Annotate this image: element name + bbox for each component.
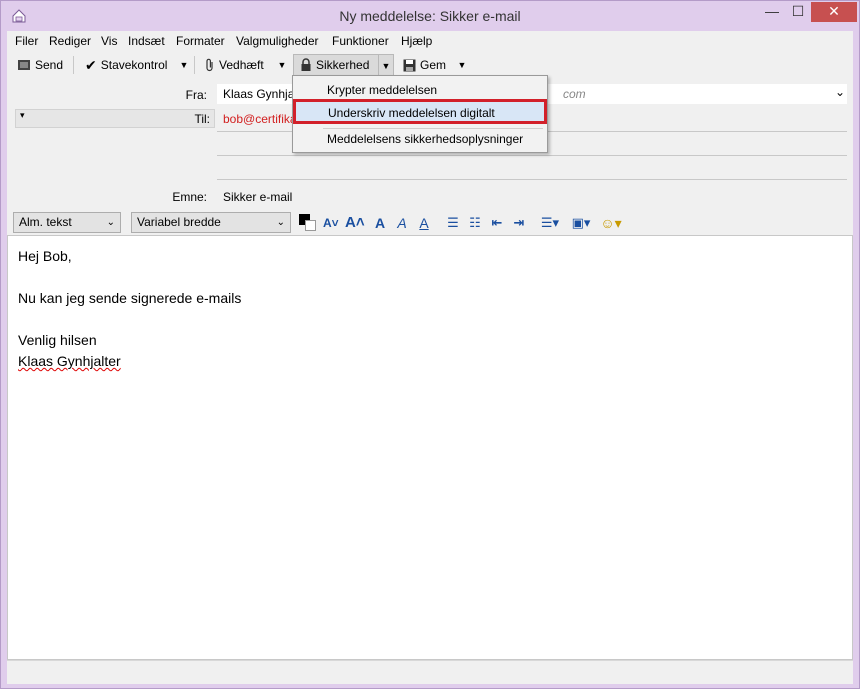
- attach-button[interactable]: Vedhæft: [205, 54, 264, 76]
- smiley-icon[interactable]: ☺▾: [599, 213, 623, 233]
- maximize-button[interactable]: ☐: [785, 2, 811, 22]
- save-label: Gem: [420, 58, 447, 72]
- menu-insert[interactable]: Indsæt: [128, 34, 165, 48]
- checkmark-icon: ✔: [85, 56, 97, 73]
- save-button[interactable]: Gem: [403, 54, 446, 76]
- chevron-down-icon: ⌄: [276, 217, 285, 228]
- title-bar: Ny meddelelse: Sikker e-mail — ☐ ✕: [1, 1, 859, 31]
- to-label: Til:: [194, 112, 210, 126]
- underline-icon[interactable]: A: [417, 213, 431, 233]
- format-toolbar: Alm. tekst ⌄ Variabel bredde ⌄ A˅ A˄ A A…: [7, 211, 853, 235]
- menu-file[interactable]: Filer: [15, 34, 38, 48]
- attach-dropdown[interactable]: ▼: [275, 54, 289, 76]
- font-value: Variabel bredde: [137, 215, 221, 229]
- lock-icon: [301, 58, 311, 71]
- paragraph-style-select[interactable]: Alm. tekst ⌄: [13, 212, 121, 233]
- font-select[interactable]: Variabel bredde ⌄: [131, 212, 291, 233]
- spellcheck-label: Stavekontrol: [100, 58, 168, 72]
- toolbar-divider: [73, 56, 74, 74]
- recipient-row-divider: [217, 179, 847, 180]
- body-line: [18, 309, 842, 330]
- window-title: Ny meddelelse: Sikker e-mail: [339, 8, 521, 24]
- paragraph-style-value: Alm. tekst: [19, 215, 72, 229]
- recipient-type-select[interactable]: ▾ Til:: [15, 109, 215, 128]
- from-label: Fra:: [185, 88, 207, 102]
- outdent-icon[interactable]: ⇤: [489, 213, 505, 233]
- italic-icon[interactable]: A: [395, 213, 409, 233]
- status-bar: [7, 660, 853, 684]
- attach-label: Vedhæft: [219, 58, 264, 72]
- menu-bar: Filer Rediger Vis Indsæt Formater Valgmu…: [7, 31, 853, 53]
- security-label: Sikkerhed: [316, 58, 370, 72]
- subject-input[interactable]: Sikker e-mail: [217, 186, 847, 206]
- spellcheck-dropdown[interactable]: ▼: [177, 54, 191, 76]
- minimize-button[interactable]: —: [759, 2, 785, 22]
- recipient-type-arrow: ▾: [20, 110, 25, 120]
- text-color-picker[interactable]: [299, 214, 317, 232]
- body-line: [18, 267, 842, 288]
- from-value: Klaas Gynhjal: [223, 87, 298, 101]
- floppy-disk-icon: [403, 59, 416, 71]
- annotation-highlight-box: [293, 99, 547, 124]
- security-button[interactable]: Sikkerhed: [293, 54, 379, 76]
- close-button[interactable]: ✕: [811, 2, 857, 22]
- send-button[interactable]: Send: [17, 54, 63, 76]
- message-body[interactable]: Hej Bob, Nu kan jeg sende signerede e-ma…: [7, 235, 853, 660]
- font-larger-icon[interactable]: A˄: [345, 213, 365, 233]
- menu-help[interactable]: Hjælp: [401, 34, 432, 48]
- chevron-down-icon: ⌄: [106, 217, 115, 228]
- menu-view[interactable]: Vis: [101, 34, 117, 48]
- send-label: Send: [35, 58, 64, 72]
- recipient-row-divider: [217, 155, 847, 156]
- from-value-tail: com: [563, 87, 586, 101]
- menu-edit[interactable]: Rediger: [49, 34, 91, 48]
- menu-options[interactable]: Valgmuligheder: [236, 34, 319, 48]
- body-line: Nu kan jeg sende signerede e-mails: [18, 290, 242, 306]
- numbered-list-icon[interactable]: ☷: [467, 213, 483, 233]
- spellcheck-button[interactable]: ✔ Stavekontrol: [85, 54, 167, 76]
- save-dropdown[interactable]: ▼: [455, 54, 469, 76]
- align-icon[interactable]: ☰▾: [539, 213, 561, 233]
- subject-label: Emne:: [172, 190, 207, 204]
- indent-icon[interactable]: ⇥: [511, 213, 527, 233]
- to-address[interactable]: bob@certifika: [223, 112, 297, 126]
- menu-format[interactable]: Formater: [176, 34, 225, 48]
- security-dropdown[interactable]: ▼: [378, 54, 394, 76]
- insert-image-icon[interactable]: ▣▾: [569, 213, 593, 233]
- body-line: Hej Bob,: [18, 248, 72, 264]
- menu-item-security-info[interactable]: Meddelelsens sikkerhedsoplysninger: [295, 128, 545, 150]
- bullet-list-icon[interactable]: ☰: [445, 213, 461, 233]
- menu-item-encrypt[interactable]: Krypter meddelelsen: [295, 79, 545, 101]
- main-toolbar: Send ✔ Stavekontrol ▼ Vedhæft ▼ Sikkerhe…: [7, 53, 853, 77]
- font-smaller-icon[interactable]: A˅: [323, 213, 339, 233]
- body-line-signature: Klaas Gynhjalter: [18, 353, 121, 369]
- toolbar-divider: [194, 56, 195, 74]
- paperclip-icon: [206, 58, 213, 72]
- menu-tools[interactable]: Funktioner: [332, 34, 389, 48]
- bold-icon[interactable]: A: [373, 213, 387, 233]
- send-icon: [18, 60, 30, 70]
- subject-value: Sikker e-mail: [223, 190, 293, 204]
- chevron-down-icon: ⌄: [834, 85, 845, 99]
- body-line: Venlig hilsen: [18, 332, 97, 348]
